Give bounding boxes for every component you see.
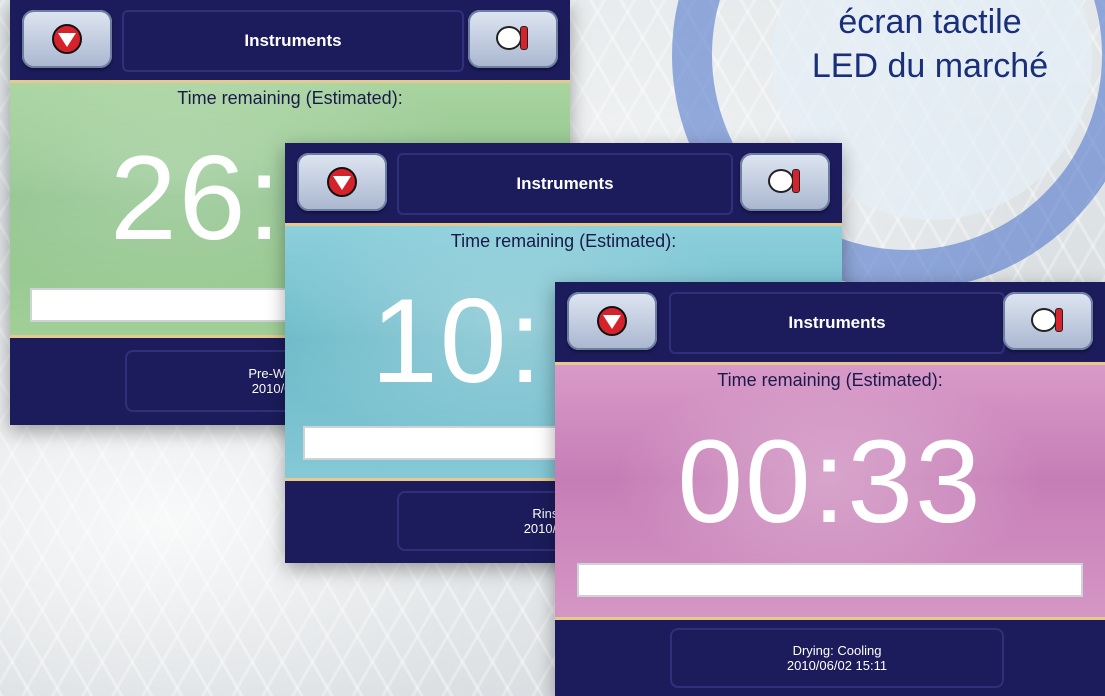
cycle-phase: Drying: Cooling [792, 643, 882, 658]
stop-button[interactable] [567, 292, 657, 350]
time-remaining-value: 00:33 [677, 416, 983, 548]
thermometer-gauge-icon [496, 24, 530, 54]
status-box: Drying: Cooling 2010/06/02 15:11 [670, 628, 1004, 688]
instruments-button[interactable] [468, 10, 558, 68]
program-title: Instruments [397, 153, 733, 215]
time-remaining-label: Time remaining (Estimated): [177, 88, 403, 108]
stop-button[interactable] [297, 153, 387, 211]
headline: écran tactile LED du marché [760, 0, 1100, 88]
top-bar: Instruments [285, 143, 842, 223]
time-panel: Time remaining (Estimated): 00:33 [555, 362, 1105, 620]
thermometer-gauge-icon [1031, 306, 1065, 336]
progress-bar [577, 563, 1083, 597]
thermometer-gauge-icon [768, 167, 802, 197]
program-title: Instruments [122, 10, 464, 72]
status-bar: Drying: Cooling 2010/06/02 15:11 [555, 620, 1105, 696]
instruments-button[interactable] [1003, 292, 1093, 350]
program-title: Instruments [669, 292, 1005, 354]
screen-drying: Instruments Time remaining (Estimated): … [555, 282, 1105, 696]
top-bar: Instruments [10, 0, 570, 80]
stop-button[interactable] [22, 10, 112, 68]
headline-line-2: LED du marché [811, 47, 1049, 85]
stop-down-icon [52, 24, 82, 54]
cycle-datetime: 2010/06/02 15:11 [786, 658, 888, 673]
progress-fill [32, 290, 43, 320]
instruments-button[interactable] [740, 153, 830, 211]
stop-down-icon [597, 306, 627, 336]
time-remaining-label: Time remaining (Estimated): [717, 370, 943, 390]
headline-line-1: écran tactile [838, 3, 1022, 41]
time-remaining-label: Time remaining (Estimated): [450, 231, 677, 251]
stop-down-icon [327, 167, 357, 197]
top-bar: Instruments [555, 282, 1105, 362]
progress-fill [579, 565, 1081, 595]
